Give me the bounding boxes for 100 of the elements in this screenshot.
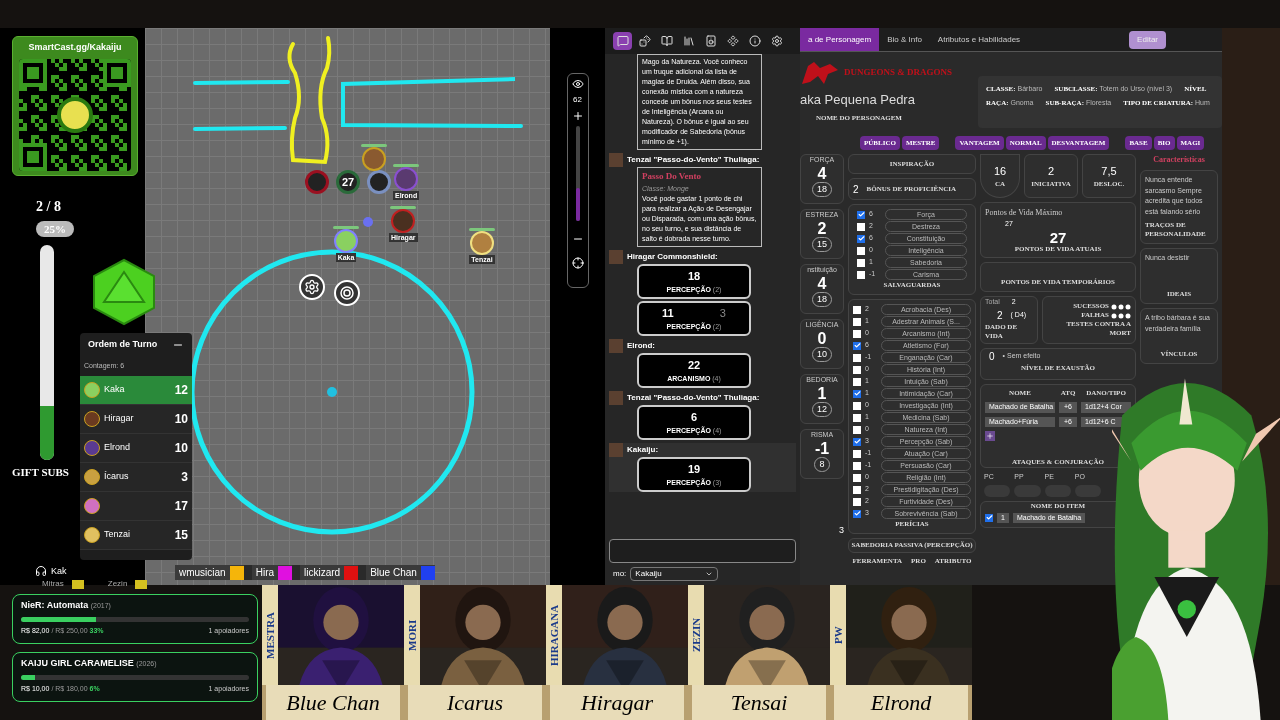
sheet-tab[interactable]: Atributos e Habilidades [929, 28, 1029, 51]
character-token[interactable] [334, 229, 358, 253]
message-author: Tenzai "Passo-do-Vento" Thuliaga: [627, 392, 760, 404]
player-name-banner: MESTRA [262, 585, 278, 685]
combatant-name: Tenzai [104, 527, 130, 541]
checkbox[interactable] [853, 401, 861, 410]
initiative-value: 17 [174, 497, 188, 515]
checkbox[interactable] [857, 234, 865, 243]
checkbox[interactable] [857, 270, 865, 279]
zoom-value: 62 [573, 94, 582, 106]
gift-subs-label: GIFT SUBS [12, 465, 69, 480]
turn-order-row[interactable]: 17 [80, 491, 192, 521]
voice-speaker: Kak [51, 565, 67, 577]
turn-order-row[interactable]: Kaka 12 [80, 375, 192, 405]
checkbox[interactable] [853, 485, 861, 494]
checkbox[interactable] [853, 437, 861, 446]
journal-icon [660, 35, 673, 47]
combatant-name: Kaka [104, 382, 125, 396]
sheet-tab[interactable]: a de Personagem [800, 28, 880, 51]
turn-order-row[interactable]: Elrond 10 [80, 433, 192, 463]
player-name: lickizard [304, 566, 341, 580]
checkbox[interactable] [853, 461, 861, 470]
death-save-circles[interactable] [1111, 312, 1131, 319]
death-save-circles[interactable] [1111, 303, 1131, 310]
voice-listener: Zezin [107, 579, 128, 589]
author-avatar [609, 339, 623, 353]
checkbox[interactable] [853, 473, 861, 482]
author-avatar [609, 250, 623, 264]
combatant-name: Hiragar [104, 411, 134, 425]
combatant-name: Elrond [104, 440, 130, 454]
chat-tab[interactable] [613, 32, 632, 50]
roll-value: 19 [687, 462, 701, 477]
voice-listener: Mitras [42, 579, 64, 589]
author-avatar [609, 391, 623, 405]
target-button[interactable] [334, 280, 360, 306]
initiative-value: 3 [181, 468, 188, 486]
checkbox[interactable] [857, 222, 865, 231]
player-name-banner: HIRAGANA [546, 585, 562, 685]
chat-input[interactable] [609, 539, 796, 563]
checkbox[interactable] [853, 389, 861, 398]
combatant-name: Ícarus [104, 469, 129, 483]
speaking-as-select[interactable]: Kakaiju [630, 567, 719, 581]
checkbox[interactable] [853, 377, 861, 386]
plus-icon [986, 432, 994, 440]
hit-dice-value: 2 [997, 308, 1003, 323]
jukebox-icon [704, 35, 717, 47]
token-hp-ring[interactable]: 27 [336, 170, 360, 194]
checkbox[interactable] [853, 305, 861, 314]
eye-icon[interactable] [571, 78, 584, 90]
attribute-modifier: 4 [817, 165, 827, 182]
turn-order-row[interactable]: Hiragar 10 [80, 404, 192, 434]
dragon-logo-icon [800, 60, 840, 86]
sub-percent: 25% [36, 220, 74, 237]
checkbox[interactable] [857, 210, 865, 219]
info-icon [748, 35, 761, 47]
checkbox[interactable] [857, 246, 865, 255]
message-author: Tenzai "Passo-do-Vento" Thuliaga: [627, 154, 760, 166]
exhaustion-value: 0 [989, 350, 995, 364]
checkbox[interactable] [853, 365, 861, 374]
checkbox[interactable] [985, 513, 993, 522]
turn-order-row[interactable]: Ícarus 3 [80, 462, 192, 492]
checkbox[interactable] [853, 425, 861, 434]
checkbox[interactable] [853, 341, 861, 350]
attribute-modifier: 4 [817, 275, 827, 292]
add-button[interactable] [985, 431, 995, 441]
recenter-icon[interactable] [571, 257, 584, 269]
token-status-ring[interactable] [305, 170, 329, 194]
checkbox[interactable] [853, 329, 861, 338]
roll-value: 3 [719, 306, 726, 321]
avatar-icon [84, 526, 100, 543]
character-name-scroll: Hiragar [546, 685, 688, 720]
checkbox[interactable] [853, 497, 861, 506]
avatar-icon [84, 439, 100, 456]
hp-current-value: 27 [1049, 229, 1067, 245]
avatar-icon [84, 497, 100, 514]
zoom-slider[interactable] [575, 126, 580, 221]
character-name-scroll: Icarus [404, 685, 546, 720]
player-name: wmusician [179, 566, 226, 580]
qr-code-icon [19, 58, 131, 171]
checkbox[interactable] [857, 258, 865, 267]
checkbox[interactable] [853, 449, 861, 458]
checkbox[interactable] [853, 509, 861, 518]
chevron-down-icon [705, 570, 714, 578]
checkbox[interactable] [853, 353, 861, 362]
zoom-in-icon[interactable] [571, 110, 584, 122]
attribute-modifier: 2 [817, 220, 827, 237]
library-icon [682, 35, 695, 47]
checkbox[interactable] [853, 413, 861, 422]
hp-max-label: Pontos de Vida Máximo [985, 207, 1064, 219]
passive-value: 3 [839, 524, 844, 537]
token-status-ring[interactable] [367, 170, 391, 194]
logo-text: DUNGEONS & DRAGONS [844, 66, 952, 80]
settings-button[interactable] [299, 274, 325, 300]
headphones-icon [35, 565, 47, 577]
roll-value: 11 [662, 306, 674, 321]
turn-order-row[interactable]: Tenzai 15 [80, 520, 192, 550]
token-health-bar [390, 206, 417, 209]
checkbox[interactable] [853, 317, 861, 326]
spiral-icon [340, 286, 354, 300]
sheet-tab[interactable]: Bio & Info [879, 28, 930, 51]
